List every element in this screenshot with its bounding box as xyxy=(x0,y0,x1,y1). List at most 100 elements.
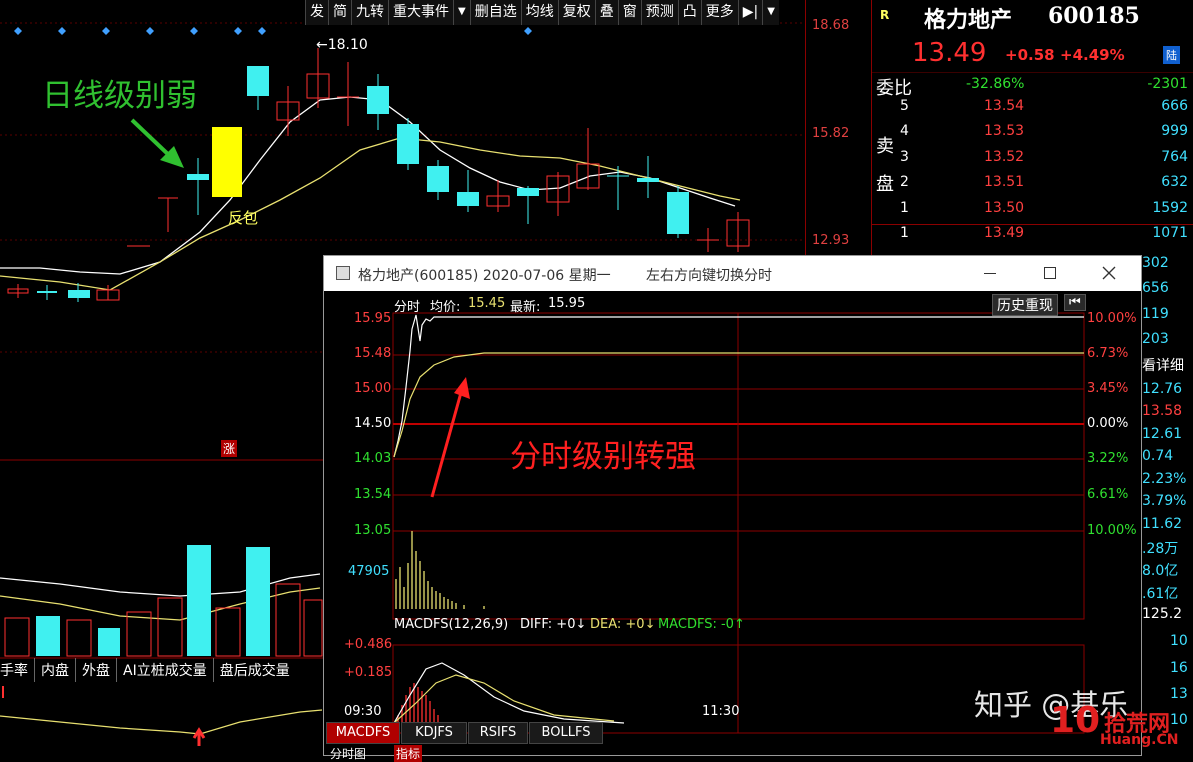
skip-first-icon[interactable]: ⏮ xyxy=(1064,294,1086,311)
bid-price: 13.49 xyxy=(984,225,1025,241)
volume-stat-tabs: 手率 内盘 外盘 AI立桩成交量 盘后成交量 xyxy=(0,658,322,682)
price-axis-low: 12.93 xyxy=(812,233,850,248)
tb-next-icon[interactable]: ▶| xyxy=(737,0,762,25)
side-stat: 10 xyxy=(1170,633,1188,649)
tb-menu-icon[interactable]: ▼ xyxy=(762,0,779,25)
bid-row-1[interactable]: 1 13.49 1071 xyxy=(872,224,1193,248)
green-arrow-icon xyxy=(130,118,184,168)
tb-jian[interactable]: 简 xyxy=(328,0,351,25)
side-stat: 125.2 xyxy=(1142,606,1183,622)
tb-more[interactable]: 更多 xyxy=(700,0,738,25)
minimize-icon[interactable] xyxy=(984,273,996,274)
view-detail-button[interactable]: 看详细 xyxy=(1142,355,1184,375)
tb-overlay[interactable]: 叠 xyxy=(594,0,618,25)
pct-right: 6.73% xyxy=(1087,346,1129,361)
intraday-popup-window[interactable]: 格力地产(600185) 2020-07-06 星期一 左右方向键切换分时 分时… xyxy=(323,255,1142,756)
annotation-reverse: 反包 xyxy=(228,209,259,227)
last-value: 15.95 xyxy=(548,296,586,311)
ask-price: 13.52 xyxy=(984,149,1025,165)
ask-price: 13.51 xyxy=(984,174,1025,190)
tb-events[interactable]: 重大事件 xyxy=(388,0,453,25)
avg-label: 均价: xyxy=(430,300,461,315)
tb-window[interactable]: 窗 xyxy=(617,0,641,25)
side-stat: 656 xyxy=(1142,280,1169,296)
side-stat: 8.0亿 xyxy=(1142,563,1179,579)
bid-idx: 1 xyxy=(900,225,909,241)
tb-remove-watch[interactable]: 删自选 xyxy=(469,0,521,25)
ask-row-3[interactable]: 3 13.52 764 xyxy=(872,149,1193,172)
pct-right: 3.22% xyxy=(1087,451,1129,466)
side-stat: 12.76 xyxy=(1142,381,1183,397)
tab-rsifs[interactable]: RSIFS xyxy=(468,722,528,744)
price-left: 13.54 xyxy=(354,487,392,502)
stat-after-hours[interactable]: 盘后成交量 xyxy=(214,658,296,682)
side-stat: 0.74 xyxy=(1142,448,1174,464)
macd-diff: DIFF: +0↓ xyxy=(520,617,587,632)
tb-adjust[interactable]: 复权 xyxy=(557,0,595,25)
side-stat: 11.62 xyxy=(1142,516,1183,532)
ask-vol: 1592 xyxy=(1152,200,1188,216)
weibi-label: 委比 xyxy=(876,78,912,99)
tab-kdjfs[interactable]: KDJFS xyxy=(401,722,467,744)
price-change: +0.58 xyxy=(1005,46,1055,64)
side-stat: 16 xyxy=(1170,660,1188,676)
tb-forecast[interactable]: 预测 xyxy=(640,0,678,25)
tb-ma[interactable]: 均线 xyxy=(520,0,558,25)
macd-header: MACDFS(12,26,9) xyxy=(394,617,509,632)
stock-name: 格力地产 xyxy=(924,7,1013,33)
chart-toolbar: 发 简 九转 重大事件 ▼ 删自选 均线 复权 叠 窗 预测 凸 更多 ▶| ▼ xyxy=(305,0,779,25)
annotation-weak: 日线级别弱 xyxy=(42,78,197,114)
tb-fa[interactable]: 发 xyxy=(305,0,328,25)
side-stat: .61亿 xyxy=(1142,586,1179,602)
price-axis: 18.68 15.82 12.93 xyxy=(805,0,872,260)
ask-vol: 764 xyxy=(1161,149,1188,165)
ask-price: 13.54 xyxy=(984,98,1025,114)
tb-jiuzhuan[interactable]: 九转 xyxy=(351,0,388,25)
pct-right: 6.61% xyxy=(1087,487,1129,502)
ask-idx: 4 xyxy=(900,123,909,139)
last-label: 最新: xyxy=(510,300,541,315)
event-markers xyxy=(14,27,532,35)
stat-ai-volume[interactable]: AI立桩成交量 xyxy=(117,658,214,682)
limit-up-badge: 涨 xyxy=(221,440,238,457)
site-logo: 10 xyxy=(1050,700,1101,741)
ask-price: 13.53 xyxy=(984,123,1025,139)
ask-row-4[interactable]: 4 13.53 999 xyxy=(872,123,1193,146)
tb-lock-icon[interactable]: 凸 xyxy=(677,0,701,25)
price-left: 14.03 xyxy=(354,451,392,466)
price-axis-mid: 15.82 xyxy=(812,126,850,141)
arrow-up-icon xyxy=(192,727,206,746)
ask-row-2[interactable]: 2 13.51 632 xyxy=(872,174,1193,197)
weibi-row: 委比 -32.86% -2301 xyxy=(872,72,1193,99)
ask-price: 13.50 xyxy=(984,200,1025,216)
side-stat: 119 xyxy=(1142,306,1169,322)
site-watermark-en: Huang.CN xyxy=(1100,732,1179,748)
stat-outer[interactable]: 外盘 xyxy=(76,658,117,682)
price-change-pct: +4.49% xyxy=(1060,46,1125,64)
side-stat: 203 xyxy=(1142,331,1169,347)
connect-badge: 陆 xyxy=(1163,46,1180,64)
price-left: 15.48 xyxy=(354,346,392,361)
tb-events-dropdown-icon[interactable]: ▼ xyxy=(453,0,470,25)
history-replay-button[interactable]: 历史重现 xyxy=(992,294,1058,316)
macd-dea: DEA: +0↓ xyxy=(590,617,656,632)
volume-bars xyxy=(4,545,323,657)
stock-code: 600185 xyxy=(1048,3,1140,29)
maximize-icon[interactable] xyxy=(1044,267,1056,279)
close-icon[interactable] xyxy=(1102,266,1116,280)
tab-bollfs[interactable]: BOLLFS xyxy=(529,722,603,744)
popup-title-bar[interactable]: 格力地产(600185) 2020-07-06 星期一 左右方向键切换分时 xyxy=(324,256,1141,291)
tab-macdfs[interactable]: MACDFS xyxy=(326,722,400,744)
side-stat: .28万 xyxy=(1142,541,1179,557)
ma-white xyxy=(0,96,736,275)
price-left: 15.00 xyxy=(354,381,392,396)
stat-inner[interactable]: 内盘 xyxy=(35,658,76,682)
pct-right: 10.00% xyxy=(1087,311,1137,326)
macd-value: MACDFS: -0↑ xyxy=(658,617,745,632)
stat-turnover[interactable]: 手率 xyxy=(0,658,35,682)
side-stat: 13 xyxy=(1170,686,1188,702)
ask-row-1[interactable]: 1 13.50 1592 xyxy=(872,200,1193,223)
side-stat: 2.23% xyxy=(1142,471,1187,487)
quote-marker: R xyxy=(880,8,890,22)
ask-row-5[interactable]: 5 13.54 666 xyxy=(872,98,1193,121)
